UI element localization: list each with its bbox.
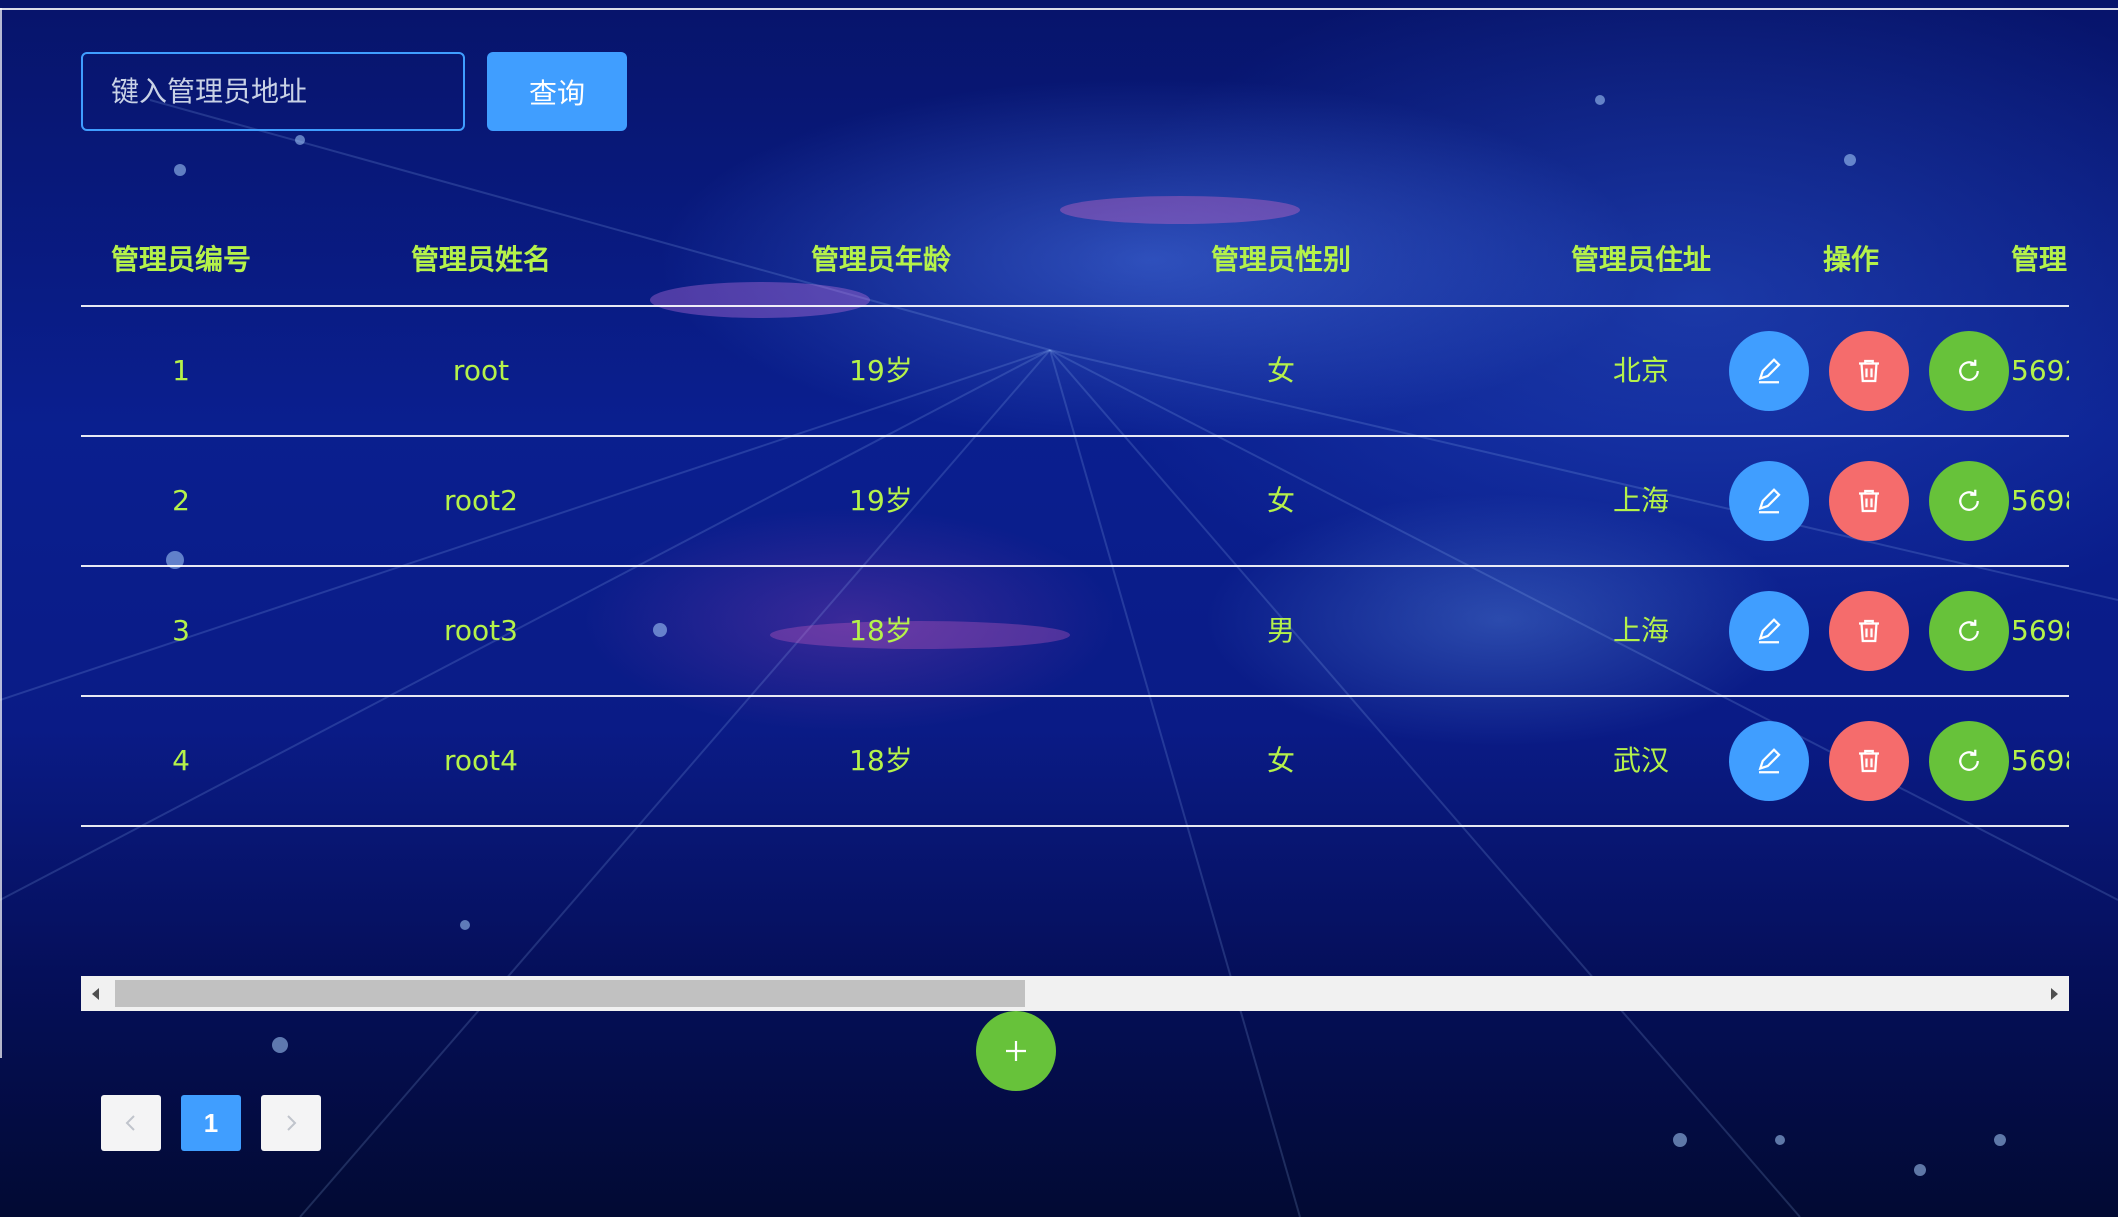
cell-extra: 5698	[2011, 614, 2069, 647]
cell-id: 3	[172, 614, 190, 647]
cell-age: 19岁	[849, 484, 913, 517]
next-page-button[interactable]	[261, 1095, 321, 1151]
cell-age: 18岁	[849, 614, 913, 647]
left-divider	[0, 8, 2, 1058]
edit-icon	[1758, 748, 1781, 774]
delete-icon	[1859, 489, 1879, 513]
plus-icon	[1006, 1041, 1026, 1061]
row-actions	[1729, 331, 2029, 411]
column-header-gender[interactable]: 管理员性别	[1081, 220, 1481, 305]
horizontal-scrollbar[interactable]	[81, 976, 2069, 1011]
delete-icon	[1859, 619, 1879, 643]
refresh-button[interactable]	[1929, 331, 2009, 411]
admin-table: 管理员编号 管理员姓名 管理员年龄 管理员性别 管理员住址 操作 管理 1 ro…	[81, 220, 2069, 827]
search-input[interactable]	[81, 52, 465, 131]
cell-gender: 男	[1266, 614, 1295, 647]
table-header: 管理员编号 管理员姓名 管理员年龄 管理员性别 管理员住址 操作 管理	[81, 220, 2069, 307]
refresh-button[interactable]	[1929, 591, 2009, 671]
page-number-button[interactable]: 1	[181, 1095, 241, 1151]
cell-address: 上海	[1612, 614, 1669, 647]
column-header-address[interactable]: 管理员住址	[1561, 220, 1721, 305]
delete-button[interactable]	[1829, 461, 1909, 541]
column-header-actions: 操作	[1822, 243, 1879, 276]
table-row: 3 root3 18岁 男 上海 5698	[81, 567, 2069, 697]
column-header-extra[interactable]: 管理	[2011, 220, 2069, 305]
delete-icon	[1859, 359, 1879, 383]
refresh-button[interactable]	[1929, 721, 2009, 801]
delete-button[interactable]	[1829, 331, 1909, 411]
cell-address: 上海	[1612, 484, 1669, 517]
refresh-button[interactable]	[1929, 461, 2009, 541]
cell-extra: 5692	[2011, 354, 2069, 387]
cell-name: root4	[444, 744, 518, 777]
edit-icon	[1758, 618, 1781, 644]
cell-name: root	[452, 354, 510, 387]
edit-icon	[1758, 358, 1781, 384]
delete-icon	[1859, 749, 1879, 773]
chevron-left-icon	[125, 1115, 135, 1131]
refresh-icon	[1959, 359, 1979, 381]
refresh-icon	[1959, 619, 1979, 641]
cell-id: 2	[172, 484, 190, 517]
cell-extra: 5698	[2011, 744, 2069, 777]
prev-page-button[interactable]	[101, 1095, 161, 1151]
table-row: 4 root4 18岁 女 武汉 5698	[81, 697, 2069, 827]
row-actions	[1729, 461, 2029, 541]
refresh-icon	[1959, 749, 1979, 771]
cell-name: root2	[444, 484, 518, 517]
scroll-left-arrow-icon[interactable]	[81, 976, 111, 1011]
chevron-right-icon	[287, 1115, 297, 1131]
column-header-name[interactable]: 管理员姓名	[281, 220, 681, 305]
cell-id: 4	[172, 744, 190, 777]
cell-name: root3	[444, 614, 518, 647]
add-button[interactable]	[976, 1011, 1056, 1091]
cell-age: 18岁	[849, 744, 913, 777]
scrollbar-thumb[interactable]	[115, 980, 1025, 1007]
edit-button[interactable]	[1729, 591, 1809, 671]
cell-id: 1	[172, 354, 190, 387]
edit-button[interactable]	[1729, 461, 1809, 541]
delete-button[interactable]	[1829, 591, 1909, 671]
row-actions	[1729, 591, 2029, 671]
edit-button[interactable]	[1729, 721, 1809, 801]
query-button[interactable]: 查询	[487, 52, 627, 131]
scroll-right-arrow-icon[interactable]	[2039, 976, 2069, 1011]
column-header-age[interactable]: 管理员年龄	[681, 220, 1081, 305]
column-header-id[interactable]: 管理员编号	[81, 220, 281, 305]
table-row: 2 root2 19岁 女 上海 5698	[81, 437, 2069, 567]
cell-address: 北京	[1612, 354, 1669, 387]
row-actions	[1729, 721, 2029, 801]
cell-extra: 5698	[2011, 484, 2069, 517]
delete-button[interactable]	[1829, 721, 1909, 801]
edit-icon	[1758, 488, 1781, 514]
cell-address: 武汉	[1612, 744, 1669, 777]
top-divider	[0, 8, 2118, 10]
cell-age: 19岁	[849, 354, 913, 387]
cell-gender: 女	[1266, 744, 1295, 777]
refresh-icon	[1959, 489, 1979, 511]
edit-button[interactable]	[1729, 331, 1809, 411]
cell-gender: 女	[1266, 484, 1295, 517]
table-row: 1 root 19岁 女 北京 5692	[81, 307, 2069, 437]
cell-gender: 女	[1266, 354, 1295, 387]
